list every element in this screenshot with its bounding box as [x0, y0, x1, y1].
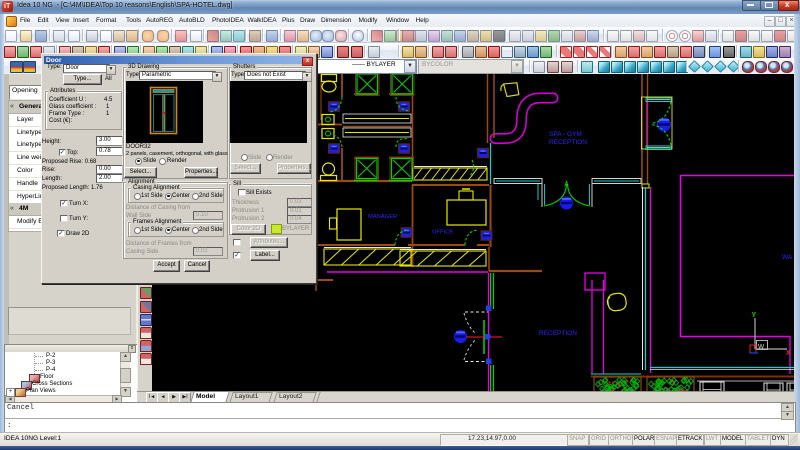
- svg-text:X: X: [786, 350, 791, 357]
- svg-text:WA: WA: [782, 254, 793, 261]
- svg-text:Y: Y: [752, 312, 757, 319]
- svg-text:RECEPTION: RECEPTION: [539, 330, 577, 337]
- svg-text:RECEPTION: RECEPTION: [549, 139, 587, 146]
- svg-text:OFFICE: OFFICE: [432, 230, 453, 236]
- svg-text:MANAGER: MANAGER: [368, 214, 397, 220]
- svg-text:W: W: [758, 344, 765, 351]
- svg-text:SPA - GYM: SPA - GYM: [549, 131, 582, 138]
